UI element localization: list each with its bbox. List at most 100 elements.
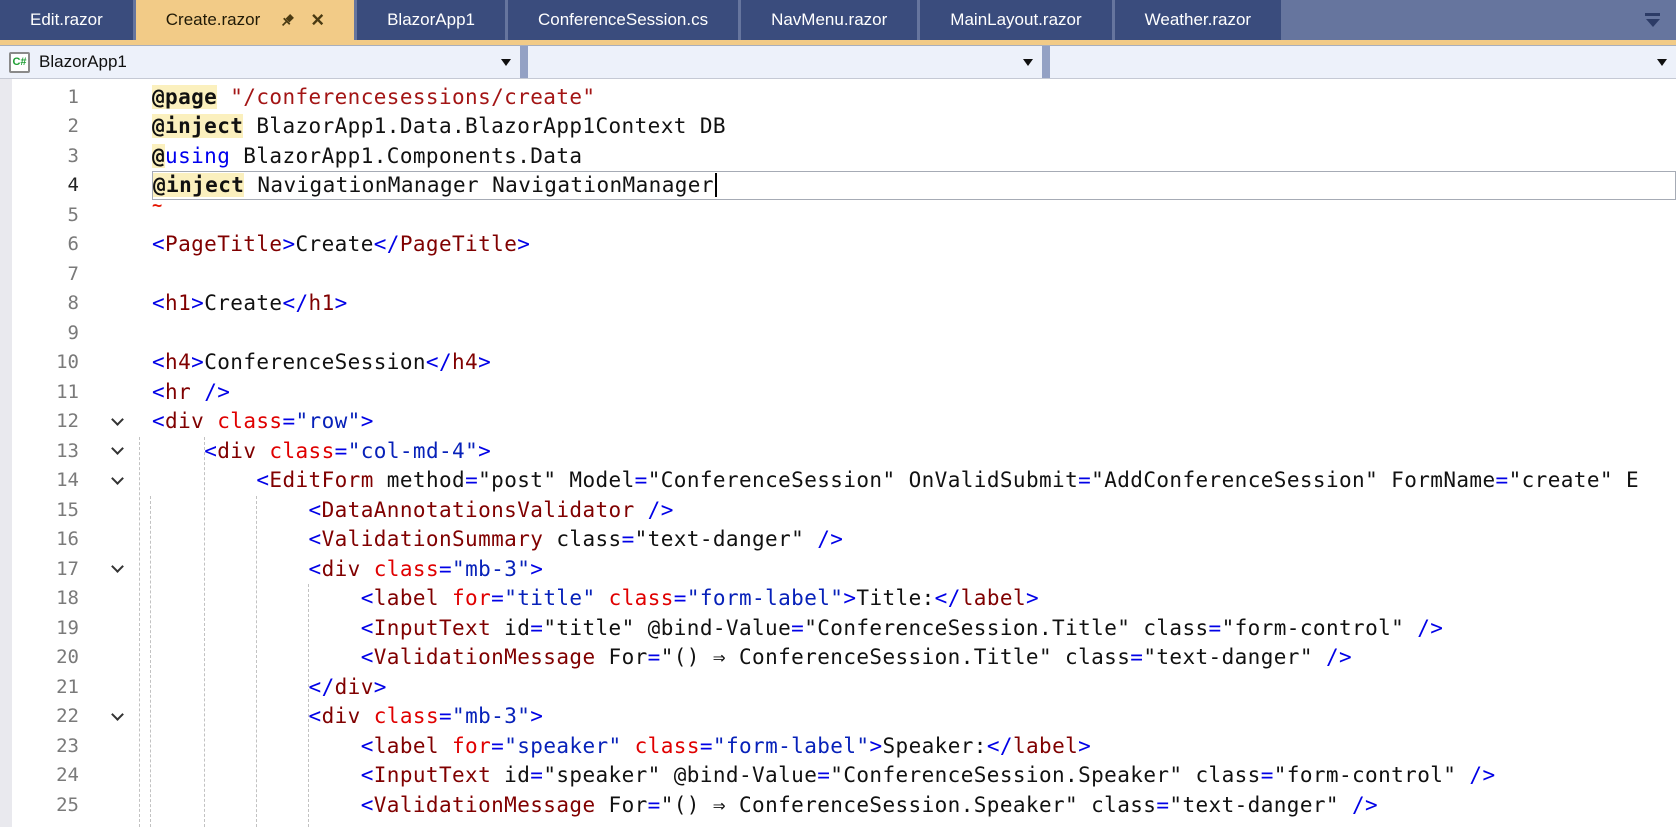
outlining-margin	[93, 495, 152, 525]
code-line-3[interactable]: 3 @ using BlazorApp1.Components.Data	[0, 141, 1676, 171]
code-token: "title" @bind-Value	[543, 615, 792, 640]
code-line-13[interactable]: 13 < div class = "col-md-4" >	[0, 436, 1676, 466]
collapse-chevron-icon[interactable]	[111, 707, 124, 721]
code-line-25[interactable]: 25 < ValidationMessage For = "() ⇒ Conferen…	[0, 790, 1676, 820]
code-token: DataAnnotationsValidator	[321, 497, 635, 522]
code-token: div	[321, 704, 361, 729]
code-line-19[interactable]: 19 < InputText id = "title" @bind-Value = "Co…	[0, 613, 1676, 643]
code-line-2[interactable]: 2 @inject BlazorApp1.Data.BlazorApp1Conte…	[0, 112, 1676, 142]
code-line-16[interactable]: 16 < ValidationSummary class = "text-danger…	[0, 525, 1676, 555]
code-token: =	[1130, 645, 1144, 670]
code-token: @inject	[152, 114, 244, 139]
code-line-5[interactable]: 5 ~	[0, 200, 1676, 230]
code-token: for	[452, 733, 492, 758]
code-line-15[interactable]: 15 < DataAnnotationsValidator />	[0, 495, 1676, 525]
tab-create-razor[interactable]: Create.razor ×	[135, 0, 355, 40]
tab-list-dropdown-icon[interactable]	[1645, 13, 1660, 27]
code-token: hr	[165, 379, 192, 404]
code-line-10[interactable]: 10 < h4 > ConferenceSession </h4 >	[0, 348, 1676, 378]
code-line-4[interactable]: 4 @inject NavigationManager NavigationMan…	[0, 170, 1676, 200]
code-line-14[interactable]: 14 < EditForm method = "post" Model = "Confer…	[0, 466, 1676, 496]
code-line-11[interactable]: 11 < hr />	[0, 377, 1676, 407]
line-number: 3	[67, 144, 79, 167]
code-line-8[interactable]: 8 < h1 > Create </h1 >	[0, 289, 1676, 319]
line-number: 1	[67, 85, 79, 108]
code-token: <	[152, 409, 166, 434]
code-token: EditForm	[269, 468, 374, 493]
tab-label: MainLayout.razor	[950, 10, 1082, 29]
tab-navmenu-razor[interactable]: NavMenu.razor	[741, 0, 918, 40]
code-token: label	[373, 733, 439, 758]
code-line-9[interactable]: 9	[0, 318, 1676, 348]
outlining-margin	[93, 82, 152, 112]
code-token: </	[934, 586, 961, 611]
code-line-18[interactable]: 18 < label for = "title" class = "form-label"…	[0, 584, 1676, 614]
line-number: 4	[67, 174, 79, 197]
tab-weather-razor[interactable]: Weather.razor	[1114, 0, 1282, 40]
dropdown-arrow-icon[interactable]	[501, 59, 511, 66]
code-token: >	[373, 674, 387, 699]
code-line-17[interactable]: 17 < div class = "mb-3" >	[0, 554, 1676, 584]
outlining-margin	[93, 348, 152, 378]
code-token: </	[308, 674, 335, 699]
code-token: >	[478, 350, 492, 375]
pin-icon[interactable]	[280, 13, 295, 28]
collapse-chevron-icon[interactable]	[111, 471, 124, 485]
code-text: < div class = "row" >	[152, 407, 1676, 437]
code-line-23[interactable]: 23 < label for = "speaker" class = "form-labe…	[0, 731, 1676, 761]
line-number: 25	[56, 793, 79, 816]
outlining-margin	[93, 318, 152, 348]
error-squiggle: ~	[152, 200, 163, 216]
code-line-12[interactable]: 12 < div class = "row" >	[0, 407, 1676, 437]
outlining-margin	[93, 584, 152, 614]
code-text: < div class = "col-md-4" >	[152, 436, 1676, 466]
code-token: label	[373, 586, 439, 611]
code-editor[interactable]: 1 @page "/conferencesessions/create" 2 @inj…	[0, 79, 1676, 827]
tab-conferencesession-cs[interactable]: ConferenceSession.cs	[507, 0, 739, 40]
code-line-21[interactable]: 21 </div >	[0, 672, 1676, 702]
code-line-6[interactable]: 6 < PageTitle > Create </PageTitle >	[0, 230, 1676, 260]
line-number: 24	[56, 764, 79, 787]
collapse-chevron-icon[interactable]	[111, 560, 124, 573]
tab-edit-razor[interactable]: Edit.razor	[0, 0, 133, 40]
navigation-bar: C# BlazorApp1	[0, 45, 1676, 79]
code-line-24[interactable]: 24 < InputText id = "speaker" @bind-Value = "…	[0, 761, 1676, 791]
code-token: div	[321, 556, 361, 581]
collapse-chevron-icon[interactable]	[111, 412, 124, 426]
dropdown-arrow-icon[interactable]	[1657, 59, 1667, 66]
code-line-22[interactable]: 22 < div class = "mb-3" >	[0, 702, 1676, 732]
code-text: < hr />	[152, 377, 1676, 407]
dropdown-arrow-icon[interactable]	[1023, 59, 1033, 66]
code-line-1[interactable]: 1 @page "/conferencesessions/create"	[0, 82, 1676, 112]
code-token: >	[530, 556, 544, 581]
project-dropdown[interactable]: C# BlazorApp1	[0, 46, 520, 78]
tab-mainlayout-razor[interactable]: MainLayout.razor	[920, 0, 1112, 40]
code-token: "form-label"	[712, 733, 870, 758]
code-text: @page "/conferencesessions/create"	[152, 82, 1676, 112]
code-line-20[interactable]: 20 < ValidationMessage For = "() ⇒ Conferen…	[0, 643, 1676, 673]
close-icon[interactable]: ×	[311, 9, 324, 31]
type-dropdown[interactable]	[528, 46, 1042, 78]
line-number: 9	[67, 321, 79, 344]
code-token: "form-control"	[1273, 763, 1470, 788]
code-token: class	[543, 527, 622, 552]
tab-label: Weather.razor	[1144, 10, 1252, 29]
tab-blazorapp1[interactable]: BlazorApp1	[357, 0, 505, 40]
code-token: BlazorApp1.Components.Data	[230, 143, 583, 168]
code-line-7[interactable]: 7	[0, 259, 1676, 289]
code-token: <	[360, 792, 374, 817]
code-text: @ using BlazorApp1.Components.Data	[152, 141, 1676, 171]
outlining-margin	[93, 702, 152, 732]
code-token: "AddConferenceSession" FormName	[1091, 468, 1496, 493]
project-dropdown-label: BlazorApp1	[39, 52, 127, 71]
code-token: =	[647, 792, 661, 817]
member-dropdown[interactable]	[1050, 46, 1676, 78]
collapse-chevron-icon[interactable]	[111, 442, 124, 455]
